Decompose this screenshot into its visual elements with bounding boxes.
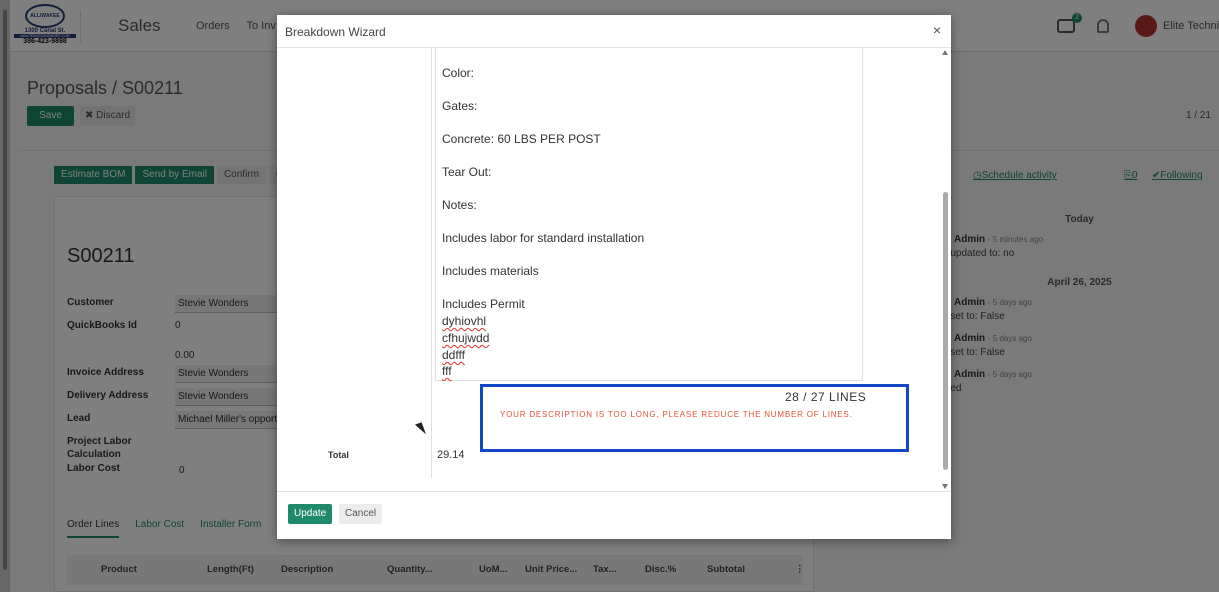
mouse-cursor-icon [414, 422, 427, 437]
description-line: Includes Permit [442, 297, 525, 311]
description-editor[interactable]: Color: Gates: Concrete: 60 LBS PER POST … [435, 48, 863, 381]
column-divider [431, 48, 432, 478]
description-line: Notes: [442, 198, 477, 212]
annotation-highlight-box [480, 384, 909, 452]
scroll-down-icon[interactable] [942, 484, 948, 489]
modal-scrollbar[interactable] [940, 48, 951, 491]
modal-footer: Update Cancel [277, 491, 951, 539]
breakdown-wizard-dialog: Breakdown Wizard × Color: Gates: Concret… [277, 15, 951, 539]
description-line: Includes labor for standard installation [442, 231, 645, 245]
modal-body: Color: Gates: Concrete: 60 LBS PER POST … [277, 48, 951, 491]
description-line: ddfff [442, 348, 465, 362]
total-value: 29.14 [437, 449, 465, 461]
description-line: Gates: [442, 99, 478, 113]
description-line: dyhiovhl [442, 314, 487, 328]
description-line: Concrete: 60 LBS PER POST [442, 132, 601, 146]
modal-header: Breakdown Wizard × [277, 15, 951, 48]
cancel-button[interactable]: Cancel [339, 504, 383, 524]
description-line: Tear Out: [442, 165, 492, 179]
description-line: cfhujwdd [442, 331, 490, 345]
update-button[interactable]: Update [288, 504, 333, 524]
description-line: Includes materials [442, 264, 539, 278]
modal-title: Breakdown Wizard [285, 25, 386, 39]
total-label: Total [328, 450, 349, 460]
description-line: fff [442, 364, 452, 378]
scrollbar-thumb[interactable] [943, 192, 948, 470]
close-icon[interactable]: × [933, 22, 941, 38]
description-line: Color: [442, 66, 475, 80]
scroll-up-icon[interactable] [942, 50, 948, 55]
